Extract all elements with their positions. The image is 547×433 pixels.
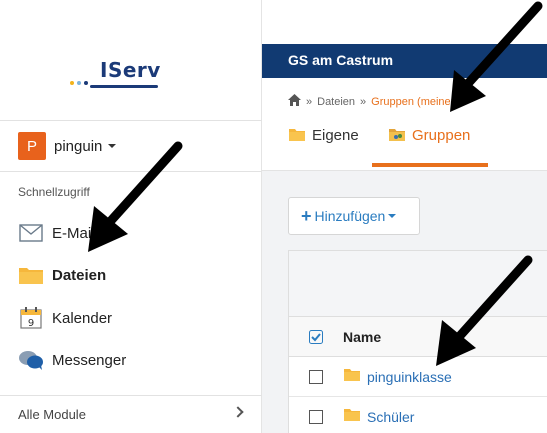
user-name: pinguin xyxy=(54,137,103,155)
table-header: Name xyxy=(289,317,547,357)
logo-text: IServ xyxy=(100,58,161,82)
sidebar-item-label: Dateien xyxy=(52,266,107,284)
topbar: GS am Castrum xyxy=(262,44,547,78)
quick-access-label: Schnellzugriff xyxy=(18,185,90,199)
folder-name: pinguinklasse xyxy=(367,368,452,385)
logo-dots xyxy=(70,81,88,85)
table-toolbar xyxy=(289,251,547,317)
caret-down-icon xyxy=(108,144,117,148)
folder-icon xyxy=(343,368,361,385)
folder-link-schueler[interactable]: Schüler xyxy=(343,408,414,425)
column-header-name[interactable]: Name xyxy=(343,329,381,345)
home-icon[interactable] xyxy=(288,94,301,109)
breadcrumb-separator: » xyxy=(306,95,313,108)
add-button-label: Hinzufügen xyxy=(314,208,386,224)
sidebar-item-label: Messenger xyxy=(52,351,127,369)
breadcrumb-current: Gruppen (meinen) xyxy=(371,95,461,108)
sidebar-item-label: E-Mail xyxy=(52,224,95,242)
row-checkbox[interactable] xyxy=(309,369,323,384)
table-row: pinguinklasse xyxy=(289,357,547,397)
folder-icon xyxy=(343,408,361,425)
row-checkbox[interactable] xyxy=(309,409,323,424)
chevron-right-icon xyxy=(232,406,244,418)
iserv-logo[interactable]: IServ xyxy=(62,58,172,92)
add-button[interactable]: + Hinzufügen xyxy=(288,197,420,235)
tab-label: Gruppen xyxy=(412,127,471,144)
breadcrumb-separator: » xyxy=(360,95,367,108)
folder-link-pinguinklasse[interactable]: pinguinklasse xyxy=(343,368,452,385)
school-name: GS am Castrum xyxy=(288,52,394,68)
sidebar-item-messenger[interactable]: Messenger xyxy=(0,340,262,380)
sidebar-item-email[interactable]: E-Mail xyxy=(0,213,262,253)
sidebar: IServ P pinguin Schnellzugriff E-Mail Da… xyxy=(0,0,262,433)
sidebar-item-dateien[interactable]: Dateien xyxy=(0,255,262,295)
tab-gruppen[interactable]: Gruppen xyxy=(372,121,489,167)
plus-icon: + xyxy=(301,205,312,226)
folder-icon xyxy=(18,264,44,286)
chat-bubbles-icon xyxy=(18,349,44,371)
folder-name: Schüler xyxy=(367,408,415,425)
logo-underline xyxy=(90,85,158,88)
breadcrumb-dateien[interactable]: Dateien xyxy=(317,96,355,108)
group-folder-icon xyxy=(388,128,406,146)
select-all-checkbox[interactable] xyxy=(309,329,323,344)
tab-eigene[interactable]: Eigene xyxy=(288,121,359,167)
all-modules-link[interactable]: Alle Module xyxy=(0,395,262,433)
calendar-icon: 9 xyxy=(18,307,44,329)
breadcrumb: » Dateien » Gruppen (meinen) xyxy=(288,94,460,109)
svg-text:9: 9 xyxy=(28,318,34,329)
tab-label: Eigene xyxy=(312,127,359,144)
folder-icon xyxy=(288,128,306,146)
envelope-icon xyxy=(18,222,44,244)
sidebar-item-label: Kalender xyxy=(52,309,113,327)
main-content: GS am Castrum » Dateien » Gruppen (meine… xyxy=(262,0,547,433)
avatar: P xyxy=(18,132,46,160)
all-modules-label: Alle Module xyxy=(18,407,86,422)
user-menu[interactable]: P pinguin xyxy=(0,120,262,172)
file-table: Name pinguinklasse Schüler xyxy=(288,250,547,433)
sidebar-item-kalender[interactable]: 9 Kalender xyxy=(0,298,262,338)
table-row: Schüler xyxy=(289,397,547,433)
caret-down-icon xyxy=(388,214,397,218)
